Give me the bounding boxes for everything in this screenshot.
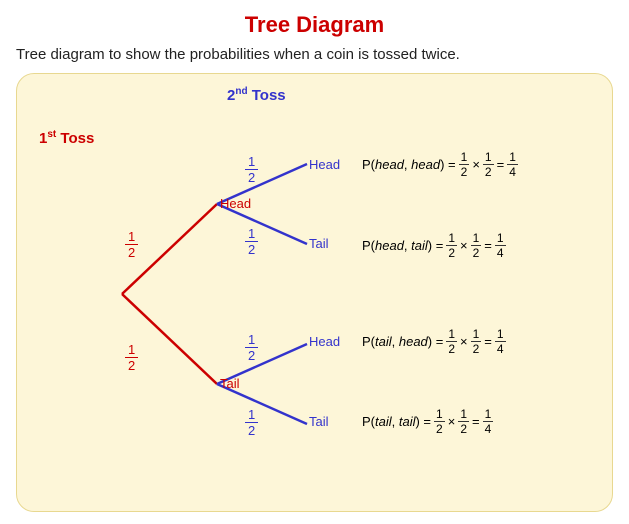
prob-th: P(tail, head) = 1 2 × 1 2 = 1 4 [362,327,506,356]
frac-first-upper: 1 2 [125,229,138,260]
prob-ht: P(head, tail) = 1 2 × 1 2 = 1 4 [362,231,506,260]
prob-hh: P(head, head) = 1 2 × 1 2 = 1 4 [362,150,518,179]
page: Tree Diagram Tree diagram to show the pr… [0,0,629,524]
prob-tt: P(tail, tail) = 1 2 × 1 2 = 1 4 [362,407,493,436]
tail-label-ul: Tail [309,236,329,251]
frac-ul: 1 2 [245,226,258,257]
frac-first-lower: 1 2 [125,342,138,373]
tail-label-ll: Tail [309,414,329,429]
head-label-lu: Head [309,334,340,349]
tree-diagram-svg [17,74,612,511]
head-label-first: Head [220,196,251,211]
tail-label-first: Tail [220,376,240,391]
frac-lu: 1 2 [245,332,258,363]
page-title: Tree Diagram [16,12,613,38]
diagram-container: 2nd Toss 1st Toss 1 2 Head [16,73,613,512]
head-label-uu: Head [309,157,340,172]
frac-ll: 1 2 [245,407,258,438]
subtitle: Tree diagram to show the probabilities w… [16,46,613,63]
frac-uu: 1 2 [245,154,258,185]
